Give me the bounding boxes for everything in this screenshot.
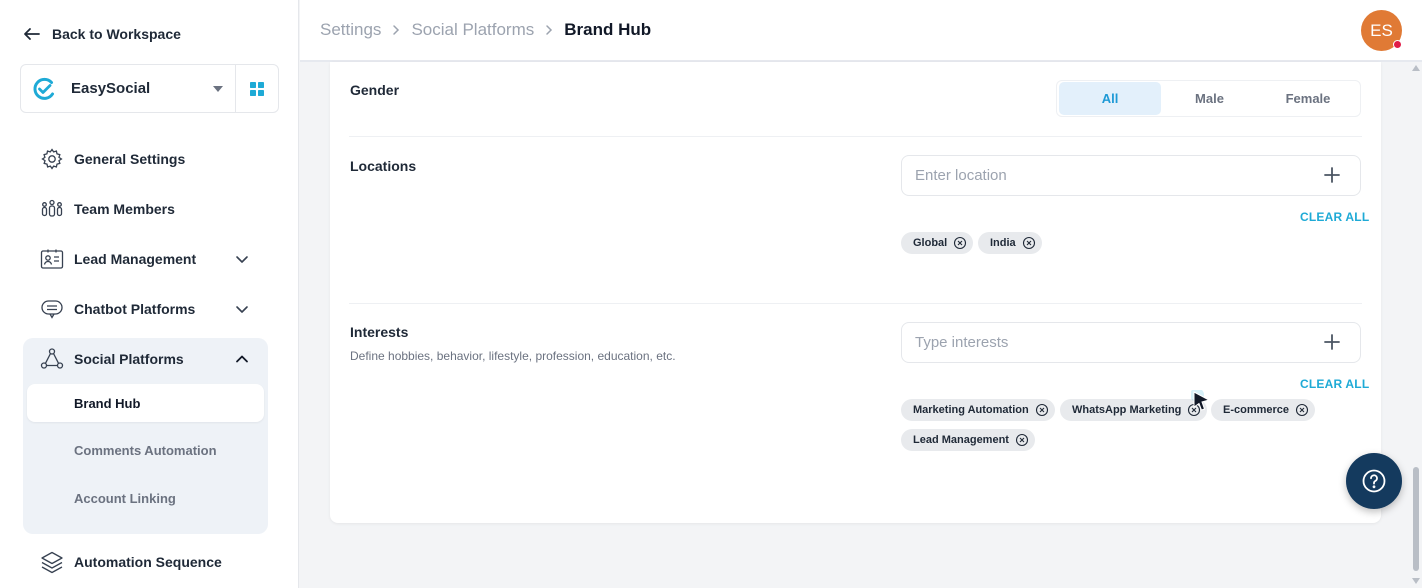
avatar-initials: ES xyxy=(1370,20,1393,40)
scrollbar-thumb[interactable] xyxy=(1413,467,1419,571)
section-divider xyxy=(349,303,1362,304)
remove-chip-icon[interactable] xyxy=(1015,433,1029,447)
sidebar-item-automation-sequence[interactable]: Automation Sequence xyxy=(40,550,222,574)
chip-label: Marketing Automation xyxy=(913,404,1029,416)
chip-label: Global xyxy=(913,237,948,249)
top-header: Settings Social Platforms Brand Hub ES xyxy=(300,0,1422,62)
interest-chip: Marketing Automation xyxy=(901,399,1055,421)
sidebar-item-label: General Settings xyxy=(74,151,186,167)
workspace-switcher: EasySocial xyxy=(20,64,279,113)
interests-description: Define hobbies, behavior, lifestyle, pro… xyxy=(350,349,676,363)
gender-title: Gender xyxy=(350,82,400,98)
chip-label: Lead Management xyxy=(913,434,1009,446)
brand-hub-card: Gender All Male Female Locations CLEAR A… xyxy=(330,62,1381,523)
chevron-up-icon[interactable] xyxy=(234,351,250,367)
chip-label: India xyxy=(990,237,1016,249)
contact-card-icon xyxy=(40,249,64,269)
add-location-plus-icon[interactable] xyxy=(1322,165,1342,185)
breadcrumb-brand-hub: Brand Hub xyxy=(564,20,652,39)
sidebar-item-label: Automation Sequence xyxy=(74,554,222,570)
easysocial-logo-icon xyxy=(33,77,54,100)
breadcrumb-settings[interactable]: Settings xyxy=(320,20,381,40)
sidebar-subitem-label: Brand Hub xyxy=(74,395,141,411)
scroll-down-arrow-icon[interactable] xyxy=(1412,578,1420,584)
interest-chip: WhatsApp Marketing xyxy=(1060,399,1208,421)
back-to-workspace-label: Back to Workspace xyxy=(52,26,181,42)
sidebar-subitem-brand-hub[interactable]: Brand Hub xyxy=(27,384,264,422)
sidebar-item-label: Social Platforms xyxy=(74,351,184,367)
locations-title: Locations xyxy=(350,158,417,174)
location-input[interactable] xyxy=(901,155,1361,196)
arrow-left-icon xyxy=(24,28,40,40)
scroll-up-arrow-icon[interactable] xyxy=(1412,65,1420,71)
sidebar-subitem-label: Account Linking xyxy=(74,490,176,506)
question-icon xyxy=(1362,469,1386,493)
layers-icon xyxy=(41,551,63,574)
sidebar-item-label: Lead Management xyxy=(74,251,197,267)
vertical-scrollbar[interactable] xyxy=(1410,62,1422,588)
gender-option-male[interactable]: Male xyxy=(1161,82,1258,115)
locations-clear-all-button[interactable]: CLEAR ALL xyxy=(1300,210,1369,224)
remove-chip-icon[interactable] xyxy=(1187,403,1201,417)
interests-clear-all-button[interactable]: CLEAR ALL xyxy=(1300,377,1369,391)
interests-title: Interests xyxy=(350,324,409,340)
caret-down-icon xyxy=(213,86,223,92)
help-button[interactable] xyxy=(1346,453,1402,509)
gender-toggle: All Male Female xyxy=(1056,80,1361,117)
interest-chip: Lead Management xyxy=(901,429,1035,451)
sidebar-subitem-label: Comments Automation xyxy=(74,442,217,458)
sidebar-item-team-members[interactable]: Team Members xyxy=(40,197,175,221)
location-chip: India xyxy=(978,232,1042,254)
grid-icon xyxy=(250,81,264,96)
team-icon xyxy=(41,199,63,217)
gear-icon xyxy=(41,148,63,170)
location-chip: Global xyxy=(901,232,974,254)
chip-label: E-commerce xyxy=(1223,404,1290,416)
sidebar-item-general-settings[interactable]: General Settings xyxy=(40,147,185,171)
chevron-down-icon[interactable] xyxy=(234,301,250,317)
remove-chip-icon[interactable] xyxy=(1295,403,1309,417)
remove-chip-icon[interactable] xyxy=(953,236,967,250)
sidebar-item-label: Chatbot Platforms xyxy=(74,301,196,317)
back-to-workspace-link[interactable]: Back to Workspace xyxy=(22,24,181,44)
chatbot-icon xyxy=(41,300,63,319)
add-interest-plus-icon[interactable] xyxy=(1322,332,1342,352)
sidebar-item-lead-management[interactable]: Lead Management xyxy=(40,247,196,271)
breadcrumb: Settings Social Platforms Brand Hub xyxy=(320,20,651,40)
interest-chip: E-commerce xyxy=(1211,399,1316,421)
sidebar-item-label: Team Members xyxy=(74,201,175,217)
sidebar-subitem-account-linking[interactable]: Account Linking xyxy=(27,479,264,517)
sidebar-subitem-comments-automation[interactable]: Comments Automation xyxy=(27,431,264,469)
gender-option-female[interactable]: Female xyxy=(1258,82,1358,115)
sidebar-item-social-platforms[interactable]: Social Platforms xyxy=(40,347,184,371)
notification-dot xyxy=(1393,40,1402,49)
workspace-name: EasySocial xyxy=(71,80,151,97)
gender-option-all[interactable]: All xyxy=(1059,82,1161,115)
workspace-dropdown[interactable]: EasySocial xyxy=(21,65,236,112)
sidebar: Back to Workspace EasySocial General Set xyxy=(0,0,299,588)
section-divider xyxy=(349,136,1362,137)
interests-input[interactable] xyxy=(901,322,1361,363)
sidebar-item-chatbot-platforms[interactable]: Chatbot Platforms xyxy=(40,297,195,321)
social-network-icon xyxy=(40,348,64,369)
apps-grid-button[interactable] xyxy=(236,65,278,112)
breadcrumb-social-platforms[interactable]: Social Platforms xyxy=(411,20,534,40)
remove-chip-icon[interactable] xyxy=(1035,403,1049,417)
remove-chip-icon[interactable] xyxy=(1022,236,1036,250)
chip-label: WhatsApp Marketing xyxy=(1072,404,1182,416)
chevron-right-icon xyxy=(546,25,553,35)
chevron-right-icon xyxy=(393,25,400,35)
chevron-down-icon[interactable] xyxy=(234,251,250,267)
